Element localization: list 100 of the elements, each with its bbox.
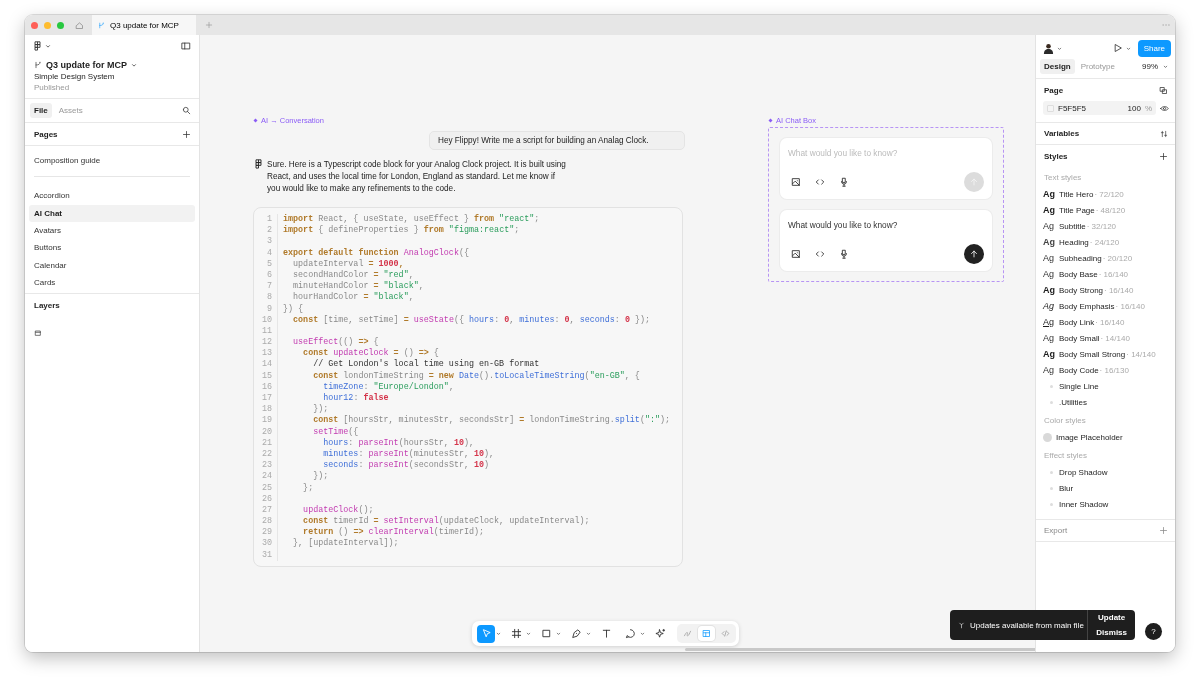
- sidebar-toggle-icon[interactable]: [181, 41, 191, 51]
- text-style-item[interactable]: Ag Subheading· 20/120: [1036, 250, 1175, 266]
- page-item[interactable]: Buttons: [29, 239, 195, 257]
- fill-value: F5F5F5: [1058, 103, 1086, 113]
- code-icon[interactable]: [815, 177, 825, 187]
- line-number: 13: [261, 348, 272, 360]
- page-item[interactable]: Accordion: [29, 187, 195, 205]
- code-line: const [time, setTime] = useState({ hours: 0, minutes: 0, seconds: 0 });: [292, 314, 651, 326]
- page-item[interactable]: Avatars: [29, 221, 195, 240]
- line-number: 26: [261, 493, 272, 505]
- comment-icon: [624, 628, 636, 639]
- assistant-message: Sure. Here is a Typescript code block for your Analog Clock project. It is built using React, and uses the local time for London, England as standard. Let me know if you would like to make any refinements to the code.: [267, 159, 567, 195]
- text-style-item[interactable]: Ag Body Base· 16/140: [1036, 266, 1175, 282]
- code-line: });: [312, 404, 330, 416]
- tool-button[interactable]: [475, 624, 503, 643]
- image-icon[interactable]: [791, 249, 801, 259]
- text-style-item[interactable]: Ag Title Page· 48/120: [1036, 202, 1175, 218]
- text-style-item[interactable]: Ag Body Small Strong· 14/140: [1036, 346, 1175, 362]
- code-line: updateClock();: [302, 504, 375, 516]
- line-number: 20: [261, 426, 272, 438]
- image-icon[interactable]: [791, 177, 801, 187]
- effect-style-item[interactable]: Blur: [1036, 480, 1175, 496]
- text-style-item[interactable]: Ag Heading· 24/120: [1036, 234, 1175, 250]
- page-item[interactable]: Cards: [29, 273, 195, 292]
- line-number: 8: [266, 292, 272, 304]
- send-button[interactable]: [964, 244, 984, 264]
- section-title: Export: [1044, 526, 1068, 535]
- line-number: 1: [266, 214, 272, 226]
- text-style-item[interactable]: Ag Body Link· 16/140: [1036, 314, 1175, 330]
- color-style-item[interactable]: Image Placeholder: [1036, 429, 1175, 445]
- play-icon[interactable]: [1112, 43, 1123, 53]
- file-name[interactable]: Q3 update for MCP: [46, 60, 127, 70]
- code-line: }, [updateInterval]);: [292, 538, 400, 550]
- code-line: secondHandColor = "red",: [292, 269, 415, 281]
- line-number: 12: [261, 337, 272, 349]
- code-icon: [721, 629, 730, 638]
- effect-style-item[interactable]: Drop Shadow: [1036, 464, 1175, 480]
- code-line: timeZone: "Europe/London",: [322, 381, 455, 393]
- code-line: const timerId = setInterval(updateClock, updateInterval);: [302, 516, 591, 527]
- assistant-icon: [255, 159, 262, 169]
- effect-style-item[interactable]: Inner Shadow: [1036, 496, 1175, 512]
- fill-field[interactable]: F5F5F5 100 %: [1043, 101, 1156, 115]
- pages-icon[interactable]: [1159, 85, 1168, 95]
- code-icon[interactable]: [815, 249, 825, 259]
- style-group-item[interactable]: .Utilities: [1036, 394, 1175, 410]
- percent-sign: %: [1144, 103, 1152, 113]
- line-number: 5: [266, 258, 272, 270]
- text-style-item[interactable]: Ag Title Hero· 72/120: [1036, 186, 1175, 202]
- browser-tab[interactable]: Q3 update for MCP: [92, 15, 196, 35]
- line-number: 29: [261, 527, 272, 539]
- style-group-item[interactable]: Single Line: [1036, 378, 1175, 394]
- code-line: seconds: parseInt(secondsStr, 10): [322, 460, 491, 471]
- section-title: Pages: [34, 129, 58, 139]
- component-icon: [768, 118, 773, 123]
- page-item[interactable]: AI Chat: [29, 204, 195, 222]
- code-line: import { defineProperties } from "figma:react";: [283, 225, 521, 237]
- avatar-icon[interactable]: [1043, 42, 1054, 54]
- code-line: };: [302, 482, 315, 494]
- panel-tab[interactable]: Design: [1040, 59, 1075, 74]
- eye-icon[interactable]: [1160, 103, 1169, 113]
- line-number: 11: [261, 325, 272, 338]
- frame-icon[interactable]: [34, 329, 42, 338]
- text-style-item[interactable]: Ag Body Code· 16/130: [1036, 362, 1175, 378]
- layout-icon: [702, 629, 711, 638]
- zoom-level[interactable]: 99%: [1142, 62, 1158, 71]
- text-style-item[interactable]: Ag Body Strong· 16/140: [1036, 282, 1175, 298]
- plus-icon[interactable]: [1159, 151, 1168, 161]
- section-title: Layers: [34, 301, 60, 311]
- toast-message: Updates available from main file: [970, 620, 1084, 630]
- line-number: 2: [266, 225, 272, 237]
- publish-status: Published: [34, 83, 71, 92]
- figma-logo-icon: [34, 41, 41, 51]
- text-style-item[interactable]: Ag Body Emphasis· 16/140: [1036, 298, 1175, 314]
- arrow-up-icon: [969, 249, 979, 259]
- line-number: 6: [266, 269, 272, 282]
- user-message: Hey Flippy! Write me a script for building an Analag Clock.: [429, 131, 685, 150]
- caret-icon: [1057, 45, 1062, 51]
- code-line: updateInterval = 1000,: [292, 258, 405, 270]
- text-style-item[interactable]: Ag Body Small· 14/140: [1036, 330, 1175, 346]
- toast-action[interactable]: Dismiss: [1088, 625, 1135, 640]
- code-line: hourHandColor = "black",: [292, 292, 415, 304]
- plus-icon[interactable]: [182, 129, 191, 139]
- toast-action[interactable]: Update: [1088, 610, 1135, 625]
- code-line: import React, { useState, useEffect } from "react";: [283, 214, 541, 225]
- color-swatch: [1047, 104, 1054, 112]
- code-line: }) {: [283, 303, 305, 315]
- microphone-icon[interactable]: [839, 177, 849, 187]
- code-line: });: [312, 471, 330, 483]
- chat-input[interactable]: What would you like to know?: [788, 220, 984, 230]
- text-style-item[interactable]: Ag Subtitle· 32/120: [1036, 218, 1175, 234]
- caret-icon: [131, 62, 137, 68]
- line-number: 16: [261, 381, 272, 393]
- search-icon[interactable]: [182, 106, 191, 115]
- microphone-icon[interactable]: [839, 249, 849, 259]
- page-item[interactable]: Calendar: [29, 256, 195, 274]
- caret-icon: [1125, 45, 1131, 51]
- page-item[interactable]: Composition guide: [29, 152, 195, 170]
- code-line: hours: parseInt(hoursStr, 10),: [322, 437, 476, 449]
- line-number: 7: [266, 281, 272, 293]
- panel-tab[interactable]: File: [30, 103, 52, 118]
